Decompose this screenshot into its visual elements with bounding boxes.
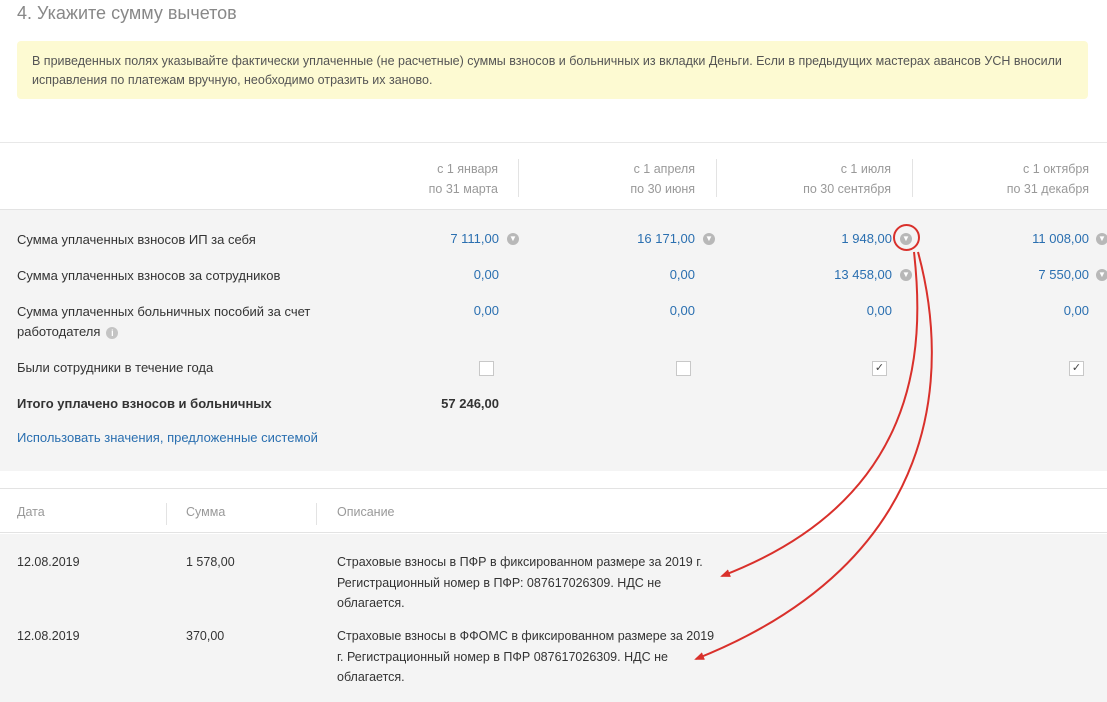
had-staff-checkbox-q3[interactable]: ✓ bbox=[872, 361, 887, 376]
period-q3: с 1 июля по 30 сентября bbox=[803, 159, 891, 199]
desc-line: Страховые взносы в ФФОМС в фиксированном… bbox=[337, 629, 715, 643]
column-divider bbox=[166, 503, 167, 525]
staff-contrib-q4[interactable]: 7 550,00 bbox=[1038, 265, 1089, 285]
sick-pay-label: Сумма уплаченных больничных пособий за с… bbox=[17, 302, 310, 342]
row-description: Страховые взносы в ПФР в фиксированном р… bbox=[337, 552, 703, 614]
row-amount: 1 578,00 bbox=[186, 555, 235, 569]
info-notice: В приведенных полях указывайте фактическ… bbox=[17, 41, 1088, 99]
period-q2-end: по 30 июня bbox=[630, 182, 695, 196]
own-contrib-q1[interactable]: 7 111,00 bbox=[450, 229, 499, 249]
own-contrib-q2[interactable]: 16 171,00 bbox=[637, 229, 695, 249]
row-amount: 370,00 bbox=[186, 629, 225, 643]
desc-line: облагается. bbox=[337, 670, 405, 684]
chevron-down-icon[interactable]: ▼ bbox=[900, 269, 912, 281]
had-staff-checkbox-q1[interactable] bbox=[479, 361, 494, 376]
checkmark-icon: ✓ bbox=[1071, 362, 1082, 374]
staff-contrib-q2[interactable]: 0,00 bbox=[670, 265, 695, 285]
column-divider bbox=[316, 503, 317, 525]
chevron-down-icon[interactable]: ▼ bbox=[1096, 233, 1107, 245]
period-q4-end: по 31 декабря bbox=[1006, 182, 1089, 196]
desc-line: Страховые взносы в ПФР в фиксированном р… bbox=[337, 555, 703, 569]
sick-pay-q3[interactable]: 0,00 bbox=[867, 301, 892, 321]
period-divider bbox=[716, 159, 717, 197]
sick-pay-label-line1: Сумма уплаченных больничных пособий за с… bbox=[17, 304, 311, 319]
period-q4-start: с 1 октября bbox=[1023, 162, 1089, 176]
sick-pay-q4[interactable]: 0,00 bbox=[1064, 301, 1089, 321]
period-divider bbox=[518, 159, 519, 197]
period-q3-start: с 1 июля bbox=[840, 162, 891, 176]
chevron-down-icon[interactable]: ▼ bbox=[507, 233, 519, 245]
chevron-down-icon[interactable]: ▼ bbox=[703, 233, 715, 245]
row-description: Страховые взносы в ФФОМС в фиксированном… bbox=[337, 626, 714, 688]
had-staff-checkbox-q4[interactable]: ✓ bbox=[1069, 361, 1084, 376]
period-q2-start: с 1 апреля bbox=[633, 162, 695, 176]
payments-table-header: Дата Сумма Описание bbox=[0, 488, 1107, 533]
deductions-grid: Сумма уплаченных взносов ИП за себя 7 11… bbox=[0, 209, 1107, 471]
row-date: 12.08.2019 bbox=[17, 555, 80, 569]
sick-pay-label-line2-wrap: работодателя i bbox=[17, 322, 310, 342]
period-q2: с 1 апреля по 30 июня bbox=[630, 159, 695, 199]
chevron-down-icon[interactable]: ▼ bbox=[1096, 269, 1107, 281]
col-desc-header: Описание bbox=[337, 505, 395, 519]
sick-pay-q2[interactable]: 0,00 bbox=[670, 301, 695, 321]
total-value: 57 246,00 bbox=[441, 396, 499, 411]
own-contrib-q4[interactable]: 11 008,00 bbox=[1032, 229, 1089, 249]
info-icon[interactable]: i bbox=[106, 326, 119, 339]
col-date-header: Дата bbox=[17, 505, 45, 519]
checkmark-icon: ✓ bbox=[874, 362, 885, 374]
had-staff-checkbox-q2[interactable] bbox=[676, 361, 691, 376]
total-label: Итого уплачено взносов и больничных bbox=[17, 396, 272, 411]
desc-line: Регистрационный номер в ПФР: 08761702630… bbox=[337, 575, 662, 590]
row-date: 12.08.2019 bbox=[17, 629, 80, 643]
period-q1: с 1 января по 31 марта bbox=[429, 159, 498, 199]
staff-contrib-q3[interactable]: 13 458,00 bbox=[834, 265, 892, 285]
annotation-circle bbox=[893, 224, 920, 251]
had-staff-label: Были сотрудники в течение года bbox=[17, 360, 214, 375]
period-q3-end: по 30 сентября bbox=[803, 182, 891, 196]
use-system-values-link[interactable]: Использовать значения, предложенные сист… bbox=[17, 430, 318, 445]
period-q4: с 1 октября по 31 декабря bbox=[1007, 159, 1089, 199]
step-title: 4. Укажите сумму вычетов bbox=[17, 3, 237, 23]
period-header: с 1 января по 31 марта с 1 апреля по 30 … bbox=[0, 142, 1107, 209]
staff-contrib-q1[interactable]: 0,00 bbox=[474, 265, 499, 285]
desc-line: облагается. bbox=[337, 596, 405, 610]
desc-line: г. Регистрационный номер в ПФР 087617026… bbox=[337, 649, 668, 664]
period-divider bbox=[912, 159, 913, 197]
payments-table-body: 12.08.2019 1 578,00 Страховые взносы в П… bbox=[0, 534, 1107, 702]
staff-contrib-label: Сумма уплаченных взносов за сотрудников bbox=[17, 268, 281, 283]
sick-pay-q1[interactable]: 0,00 bbox=[474, 301, 499, 321]
own-contrib-q3[interactable]: 1 948,00 bbox=[841, 229, 892, 249]
col-amount-header: Сумма bbox=[186, 505, 226, 519]
own-contrib-label: Сумма уплаченных взносов ИП за себя bbox=[17, 232, 256, 247]
period-q1-end: по 31 марта bbox=[428, 182, 498, 196]
period-q1-start: с 1 января bbox=[437, 162, 498, 176]
sick-pay-label-line2: работодателя bbox=[17, 324, 101, 339]
